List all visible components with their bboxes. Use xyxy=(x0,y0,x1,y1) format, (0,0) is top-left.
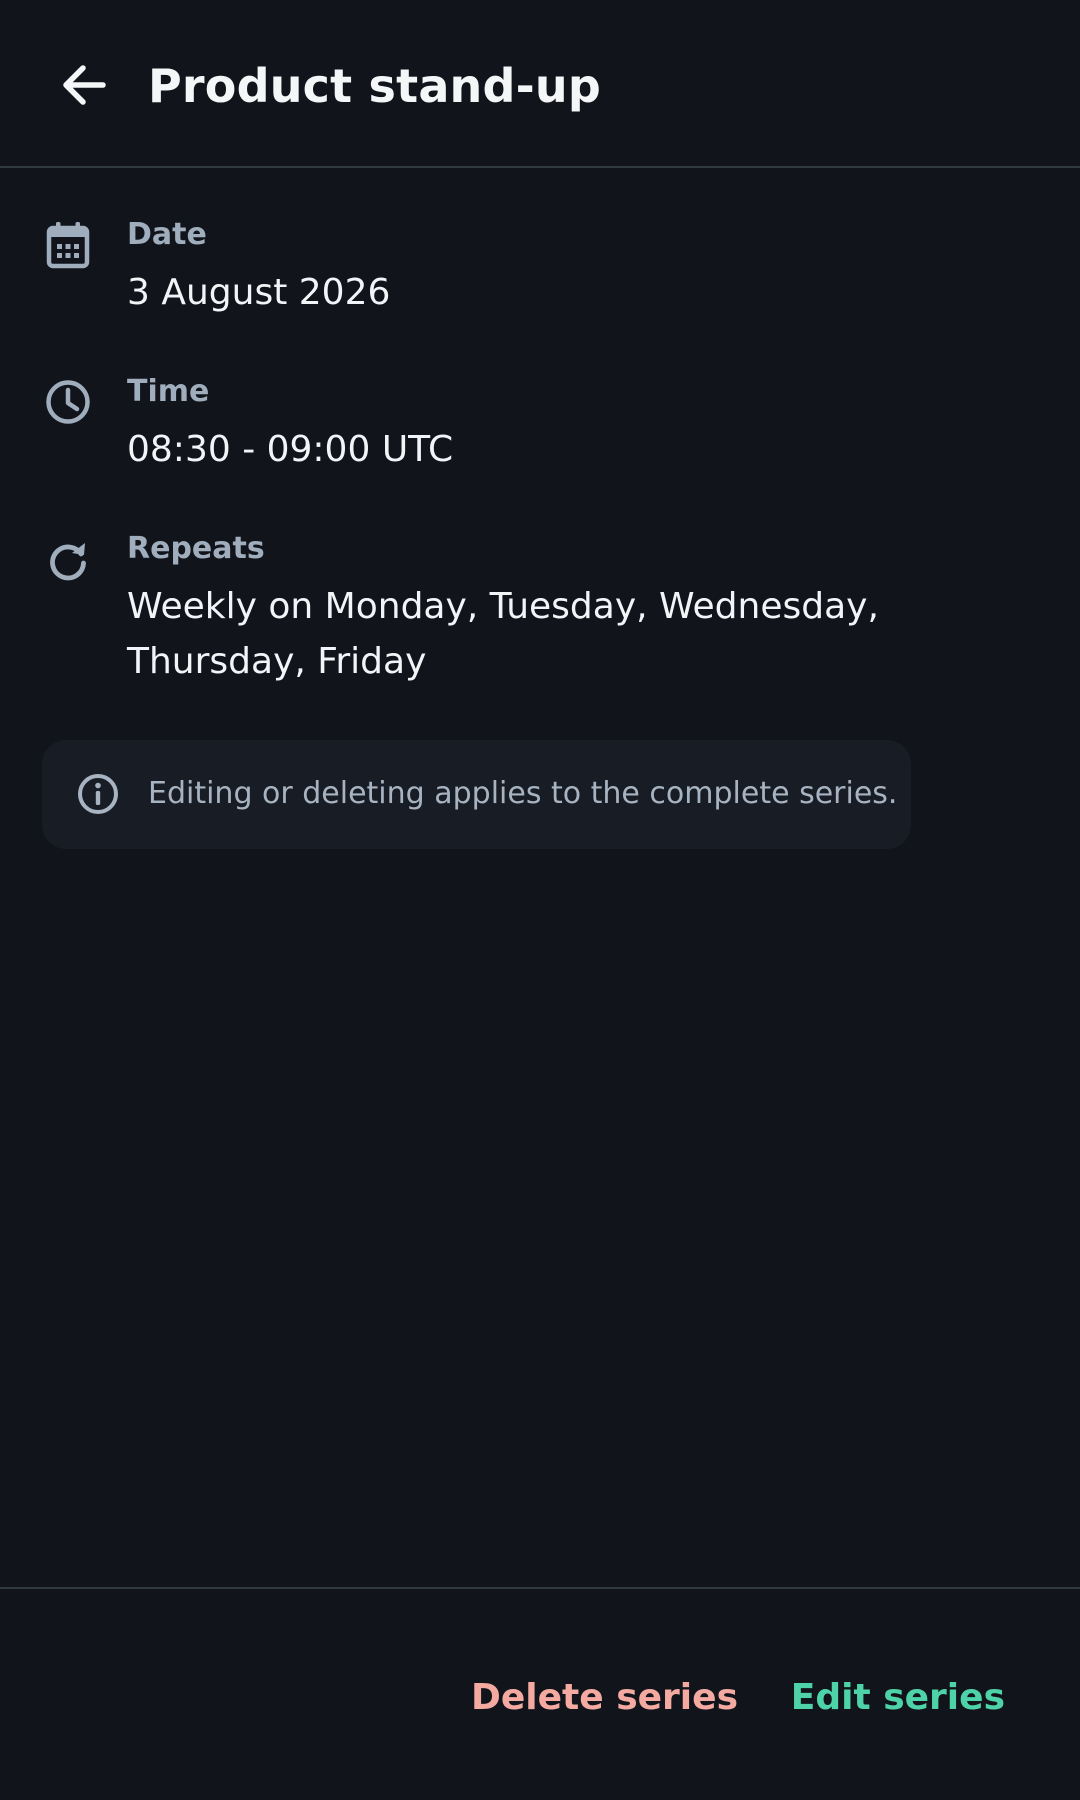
edit-series-button[interactable]: Edit series xyxy=(791,1675,1005,1721)
refresh-icon xyxy=(44,537,92,585)
action-bar: Delete series Edit series xyxy=(0,1587,1080,1800)
info-icon xyxy=(76,772,120,816)
repeats-row: Repeats Weekly on Monday, Tuesday, Wedne… xyxy=(0,529,1080,694)
repeats-label: Repeats xyxy=(127,531,265,566)
repeats-value: Weekly on Monday, Tuesday, Wednesday, Th… xyxy=(127,586,879,682)
app-header: Product stand-up xyxy=(0,0,1080,168)
time-value: 08:30 - 09:00 UTC xyxy=(127,429,454,470)
info-banner: Editing or deleting applies to the compl… xyxy=(42,740,911,849)
calendar-icon xyxy=(44,221,92,269)
clock-icon xyxy=(44,378,92,426)
date-label: Date xyxy=(127,217,207,252)
arrow-left-icon xyxy=(63,65,106,105)
page-title: Product stand-up xyxy=(148,59,602,113)
date-value: 3 August 2026 xyxy=(127,272,391,313)
date-row: Date 3 August 2026 xyxy=(0,215,1080,325)
back-button[interactable] xyxy=(44,40,124,130)
delete-series-button[interactable]: Delete series xyxy=(471,1675,738,1721)
time-label: Time xyxy=(127,374,210,409)
time-row: Time 08:30 - 09:00 UTC xyxy=(0,372,1080,482)
info-text: Editing or deleting applies to the compl… xyxy=(148,776,898,811)
